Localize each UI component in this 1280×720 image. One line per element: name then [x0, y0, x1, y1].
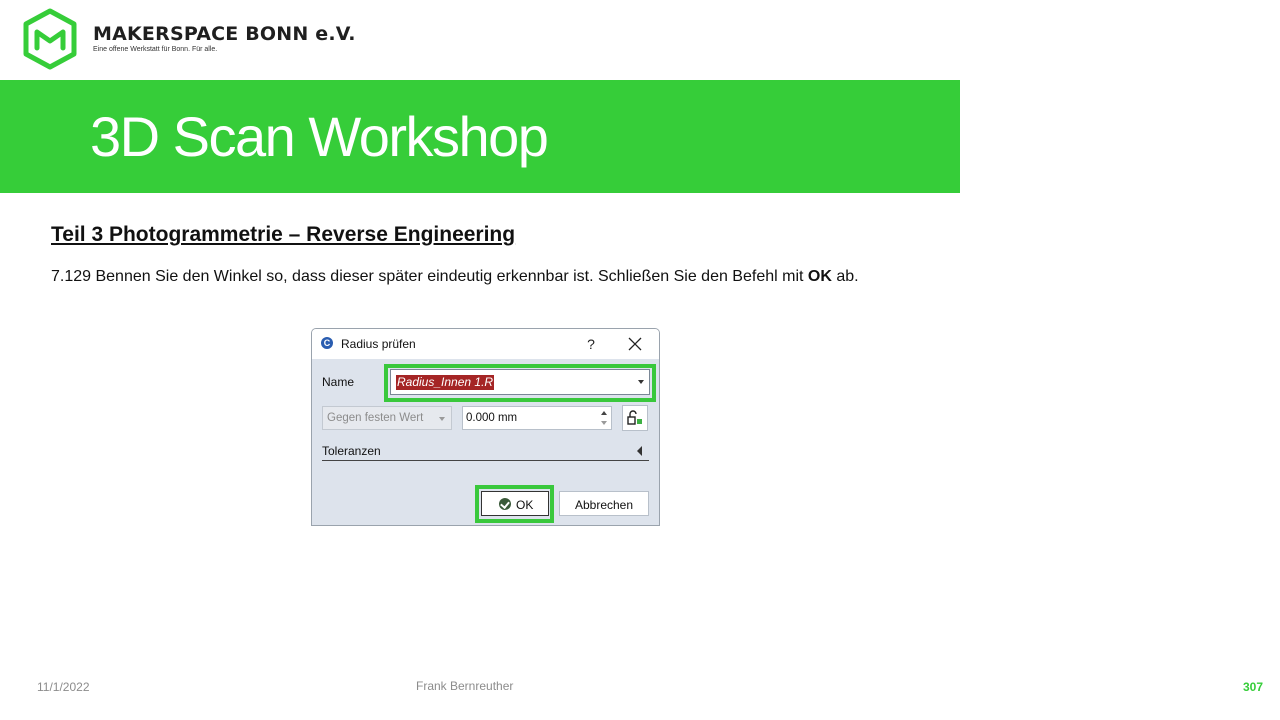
hexagon-m-logo-icon [23, 8, 77, 70]
help-button[interactable]: ? [583, 335, 599, 353]
chevron-down-icon [439, 417, 445, 421]
brand-tagline: Eine offene Werkstatt für Bonn. Für alle… [93, 46, 218, 53]
instruction-text: 7.129 Bennen Sie den Winkel so, dass die… [51, 268, 859, 286]
title-banner: 3D Scan Workshop [0, 80, 960, 193]
close-icon [628, 337, 642, 351]
value-input[interactable]: 0.000 mm [462, 406, 612, 430]
name-combobox[interactable]: Radius_Innen 1.R [390, 369, 650, 395]
collapse-arrow-icon[interactable] [637, 446, 642, 456]
ok-label: OK [516, 498, 534, 512]
cancel-label: Abbrechen [574, 498, 634, 512]
unlock-icon [627, 410, 642, 425]
check-circle-icon [499, 498, 511, 510]
footer-author: Frank Bernreuther [416, 679, 514, 693]
close-button[interactable] [626, 335, 644, 353]
spin-down-icon[interactable] [601, 421, 607, 425]
cancel-button[interactable]: Abbrechen [559, 491, 649, 516]
spin-up-icon[interactable] [601, 411, 607, 415]
instruction-prefix: 7.129 Bennen Sie den Winkel so, dass die… [51, 268, 808, 285]
name-label: Name [322, 375, 355, 389]
slide-title: 3D Scan Workshop [90, 105, 549, 168]
lock-toggle-button[interactable] [622, 405, 648, 431]
instruction-suffix: ab. [831, 268, 859, 285]
value-text: 0.000 mm [466, 412, 518, 424]
makerspace-logo: MAKERSPACE BONN e.V. Eine offene Werksta… [22, 8, 355, 72]
chevron-down-icon[interactable] [638, 380, 644, 384]
divider [322, 460, 649, 461]
ok-button[interactable]: OK [481, 491, 549, 516]
dialog-titlebar: C Radius prüfen ? [312, 329, 659, 359]
instruction-bold: OK [807, 268, 832, 285]
name-value: Radius_Innen 1.R [396, 375, 495, 390]
footer-date: 11/1/2022 [37, 680, 90, 694]
radius-check-dialog: C Radius prüfen ? Name Radius_Innen 1.R … [311, 328, 660, 526]
app-icon: C [321, 337, 333, 349]
tolerances-label[interactable]: Toleranzen [322, 444, 381, 458]
page-number: 307 [1243, 680, 1264, 694]
dialog-title: Radius prüfen [341, 337, 416, 351]
mode-select[interactable]: Gegen festen Wert [322, 406, 452, 430]
section-heading: Teil 3 Photogrammetrie – Reverse Enginee… [51, 223, 516, 246]
brand-name: MAKERSPACE BONN e.V. [93, 23, 356, 45]
mode-value: Gegen festen Wert [327, 412, 424, 424]
